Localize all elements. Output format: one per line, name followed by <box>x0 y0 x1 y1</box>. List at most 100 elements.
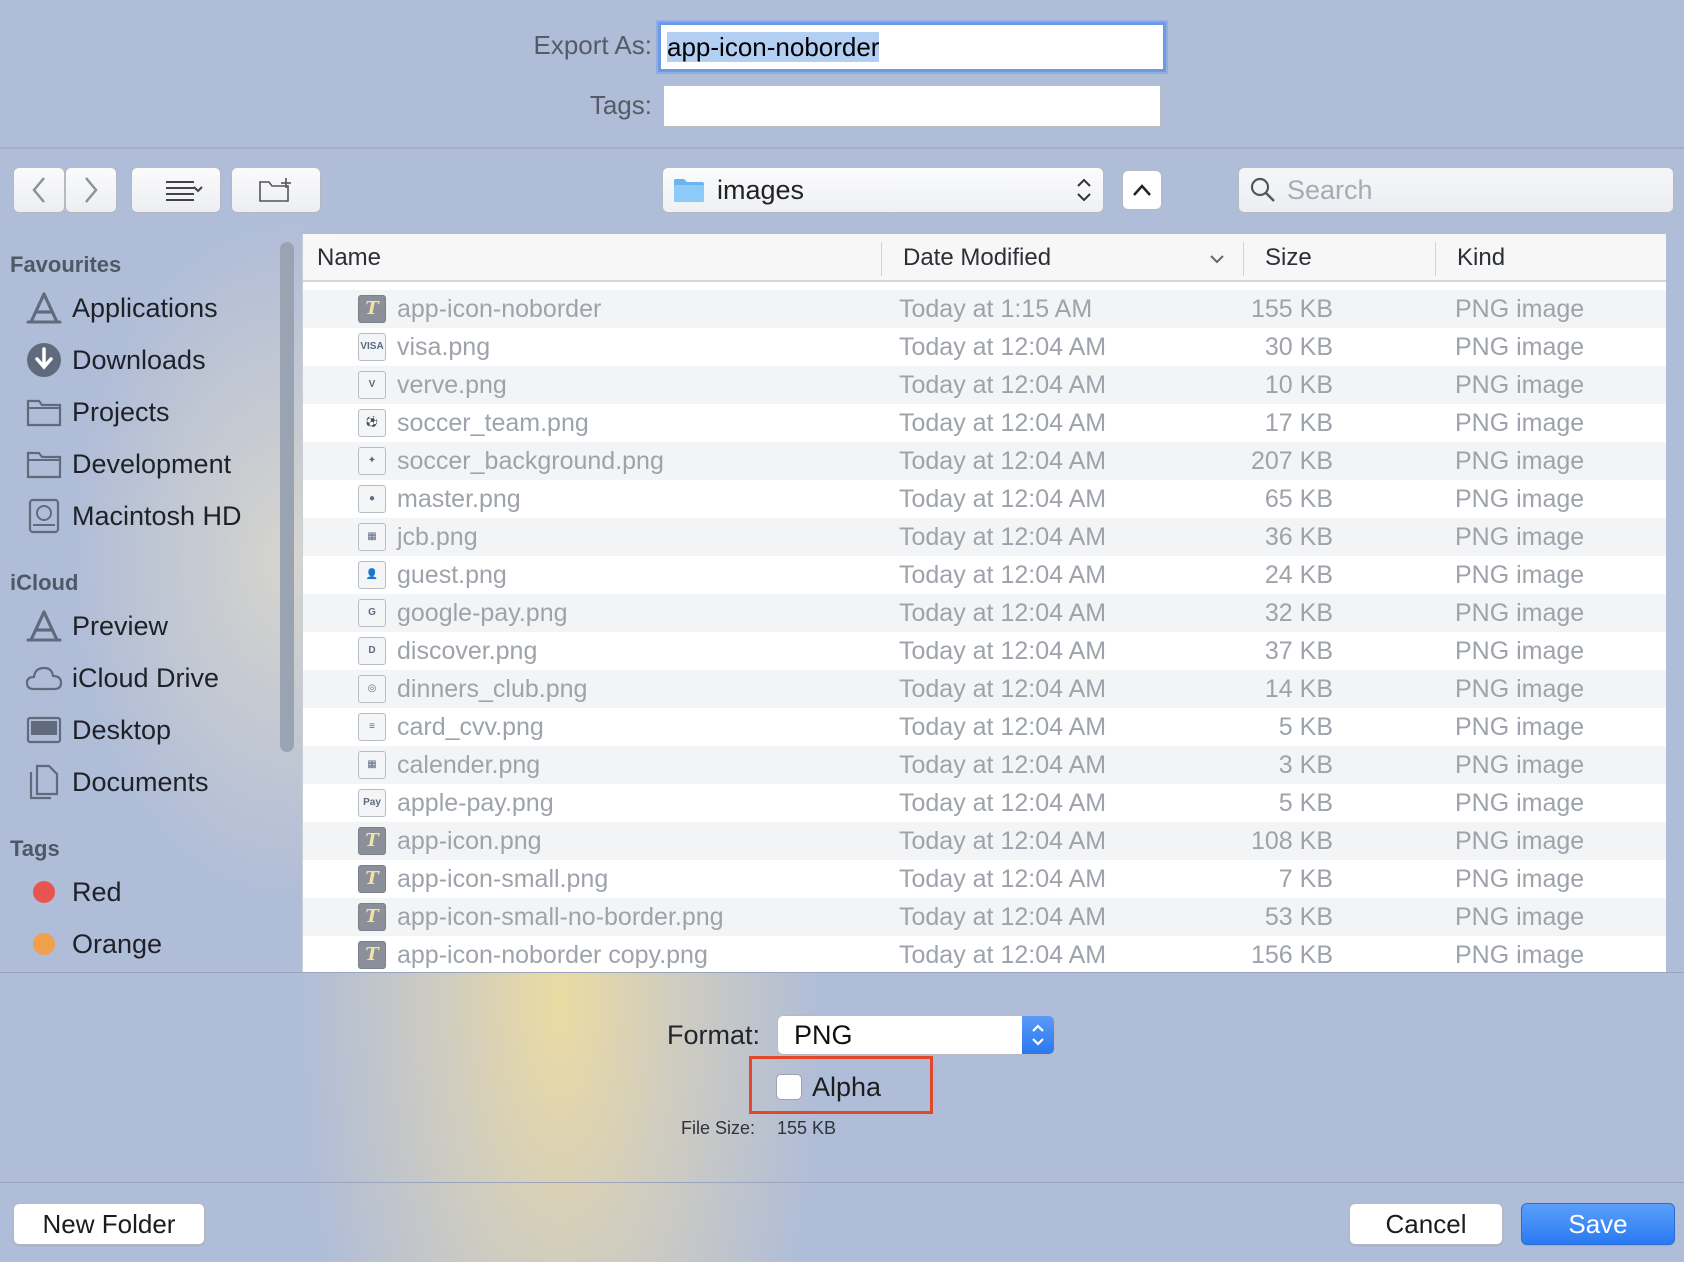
sidebar-item-projects[interactable]: Projects <box>24 390 274 434</box>
sidebar-item-tag-red[interactable]: Red <box>24 870 274 914</box>
sidebar-item-tag-orange[interactable]: Orange <box>24 922 274 966</box>
table-row[interactable]: ◎ dinners_club.png Today at 12:04 AM 14 KB P… <box>303 670 1666 708</box>
file-size: 5 KB <box>1278 713 1333 741</box>
file-kind: PNG image <box>1455 903 1585 931</box>
bottom-divider <box>0 1182 1684 1183</box>
column-date-header[interactable]: Date Modified <box>903 234 1051 282</box>
tags-input[interactable] <box>663 85 1161 127</box>
sidebar-item-desktop[interactable]: Desktop <box>24 708 274 752</box>
format-label: Format: <box>667 1020 761 1050</box>
table-row[interactable]: Pay apple-pay.png Today at 12:04 AM 5 KB PNG… <box>303 784 1666 822</box>
file-size: 156 KB <box>1250 941 1333 969</box>
column-separator[interactable] <box>1243 242 1244 276</box>
cloud-icon <box>24 658 64 698</box>
table-row[interactable]: ≡ card_cvv.png Today at 12:04 AM 5 KB PNG im… <box>303 708 1666 746</box>
file-date: Today at 12:04 AM <box>899 789 1107 817</box>
table-row[interactable]: Ggoogle-pay.png Today at 12:04 AM 32 KB PNG… <box>303 594 1666 632</box>
sidebar-item-label: iCloud Drive <box>72 662 220 693</box>
chevron-up-icon <box>1133 184 1151 196</box>
new-folder-button[interactable]: New Folder <box>13 1203 205 1245</box>
table-row[interactable]: ⚽ soccer_team.png Today at 12:04 AM 17 KB PN… <box>303 404 1666 442</box>
sidebar-item-development[interactable]: Development <box>24 442 274 486</box>
sidebar-item-applications[interactable]: Applications <box>24 286 274 330</box>
column-kind-header[interactable]: Kind <box>1457 234 1505 282</box>
file-thumbnail-icon: ◎ <box>358 675 386 703</box>
file-date: Today at 12:04 AM <box>899 523 1107 551</box>
cancel-button[interactable]: Cancel <box>1349 1203 1503 1245</box>
alpha-checkbox[interactable] <box>776 1074 802 1100</box>
column-separator[interactable] <box>881 242 882 276</box>
file-name: dinners_club.png <box>397 675 588 703</box>
file-name: card_cvv.png <box>397 713 544 741</box>
table-row[interactable]: ▦ calender.png Today at 12:04 AM 3 KB PNG im… <box>303 746 1666 784</box>
forward-button[interactable] <box>65 167 117 213</box>
file-thumbnail-icon: V <box>358 371 386 399</box>
file-name: google-pay.png <box>397 599 568 627</box>
search-field[interactable] <box>1238 167 1674 213</box>
table-row[interactable]: Tapp-icon-small-no-border.png Today at 12… <box>303 898 1666 936</box>
table-row[interactable]: 👤 guest.png Today at 12:04 AM 24 KB PNG imag… <box>303 556 1666 594</box>
file-size: 3 KB <box>1278 751 1333 779</box>
file-size: 32 KB <box>1264 599 1333 627</box>
sidebar-item-documents[interactable]: Documents <box>24 760 274 804</box>
file-date: Today at 12:04 AM <box>899 865 1107 893</box>
expand-collapse-button[interactable] <box>1122 170 1162 210</box>
table-row[interactable]: Vverve.png Today at 12:04 AM 10 KB PNG imag… <box>303 366 1666 404</box>
format-popup[interactable]: PNG <box>777 1015 1055 1055</box>
table-row[interactable]: Tapp-icon-noborder Today at 1:15 AM 155 KB… <box>303 290 1666 328</box>
file-date: Today at 12:04 AM <box>899 447 1107 475</box>
sidebar-item-label: Downloads <box>72 344 206 375</box>
sidebar-item-icloud-drive[interactable]: iCloud Drive <box>24 656 274 700</box>
column-name-header[interactable]: Name <box>317 234 381 282</box>
table-row[interactable]: ✦ soccer_background.png Today at 12:04 AM 2… <box>303 442 1666 480</box>
sidebar-item-preview[interactable]: Preview <box>24 604 274 648</box>
downloads-icon <box>24 340 64 380</box>
sidebar-section-icloud: iCloud <box>10 570 79 595</box>
file-size: 30 KB <box>1264 333 1333 361</box>
file-size: 7 KB <box>1278 865 1333 893</box>
export-as-input[interactable]: app-icon-noborder <box>658 22 1166 72</box>
file-date: Today at 12:04 AM <box>899 903 1107 931</box>
file-date: Today at 12:04 AM <box>899 827 1107 855</box>
table-row[interactable]: Tapp-icon-small.png Today at 12:04 AM 7 KB… <box>303 860 1666 898</box>
table-row[interactable]: Tapp-icon-noborder copy.png Today at 12:0… <box>303 936 1666 972</box>
table-row[interactable]: VISA visa.png Today at 12:04 AM 30 KB PNG im… <box>303 328 1666 366</box>
sidebar-scrollbar[interactable] <box>280 242 294 752</box>
file-name: visa.png <box>397 333 491 361</box>
table-row[interactable]: Tapp-icon.png Today at 12:04 AM 108 KB PNG … <box>303 822 1666 860</box>
tags-label: Tags: <box>589 90 652 120</box>
export-as-label: Export As: <box>533 30 653 60</box>
sidebar-item-label: Orange <box>72 928 163 959</box>
file-thumbnail-icon: 👤 <box>358 561 386 589</box>
column-size-header[interactable]: Size <box>1265 234 1312 282</box>
file-thumbnail-icon: T <box>358 827 386 855</box>
file-name: verve.png <box>397 371 507 399</box>
file-name: app-icon-small-no-border.png <box>397 903 724 931</box>
file-name: apple-pay.png <box>397 789 554 817</box>
sidebar-item-macintosh-hd[interactable]: Macintosh HD <box>24 494 274 538</box>
file-thumbnail-icon: D <box>358 637 386 665</box>
file-kind: PNG image <box>1455 371 1585 399</box>
view-options-button[interactable] <box>131 167 221 213</box>
sidebar-item-label: Applications <box>72 292 218 323</box>
column-separator[interactable] <box>1435 242 1436 276</box>
file-kind: PNG image <box>1455 523 1585 551</box>
search-input[interactable] <box>1287 174 1647 206</box>
file-thumbnail-icon: G <box>358 599 386 627</box>
file-kind: PNG image <box>1455 295 1585 323</box>
applications-icon <box>24 288 64 328</box>
table-row[interactable]: ● master.png Today at 12:04 AM 65 KB PNG ima… <box>303 480 1666 518</box>
table-row[interactable]: ▦ jcb.png Today at 12:04 AM 36 KB PNG image <box>303 518 1666 556</box>
back-button[interactable] <box>13 167 65 213</box>
file-kind: PNG image <box>1455 561 1585 589</box>
location-popup[interactable]: images <box>662 167 1104 213</box>
sidebar-item-downloads[interactable]: Downloads <box>24 338 274 382</box>
file-date: Today at 12:04 AM <box>899 713 1107 741</box>
list-view-icon <box>166 181 203 201</box>
new-folder-toolbar-button[interactable] <box>231 167 321 213</box>
table-row[interactable]: Ddiscover.png Today at 12:04 AM 37 KB PNG i… <box>303 632 1666 670</box>
file-name: app-icon-noborder <box>397 295 602 323</box>
save-button[interactable]: Save <box>1521 1203 1675 1245</box>
file-thumbnail-icon: ≡ <box>358 713 386 741</box>
file-size: 207 KB <box>1250 447 1333 475</box>
